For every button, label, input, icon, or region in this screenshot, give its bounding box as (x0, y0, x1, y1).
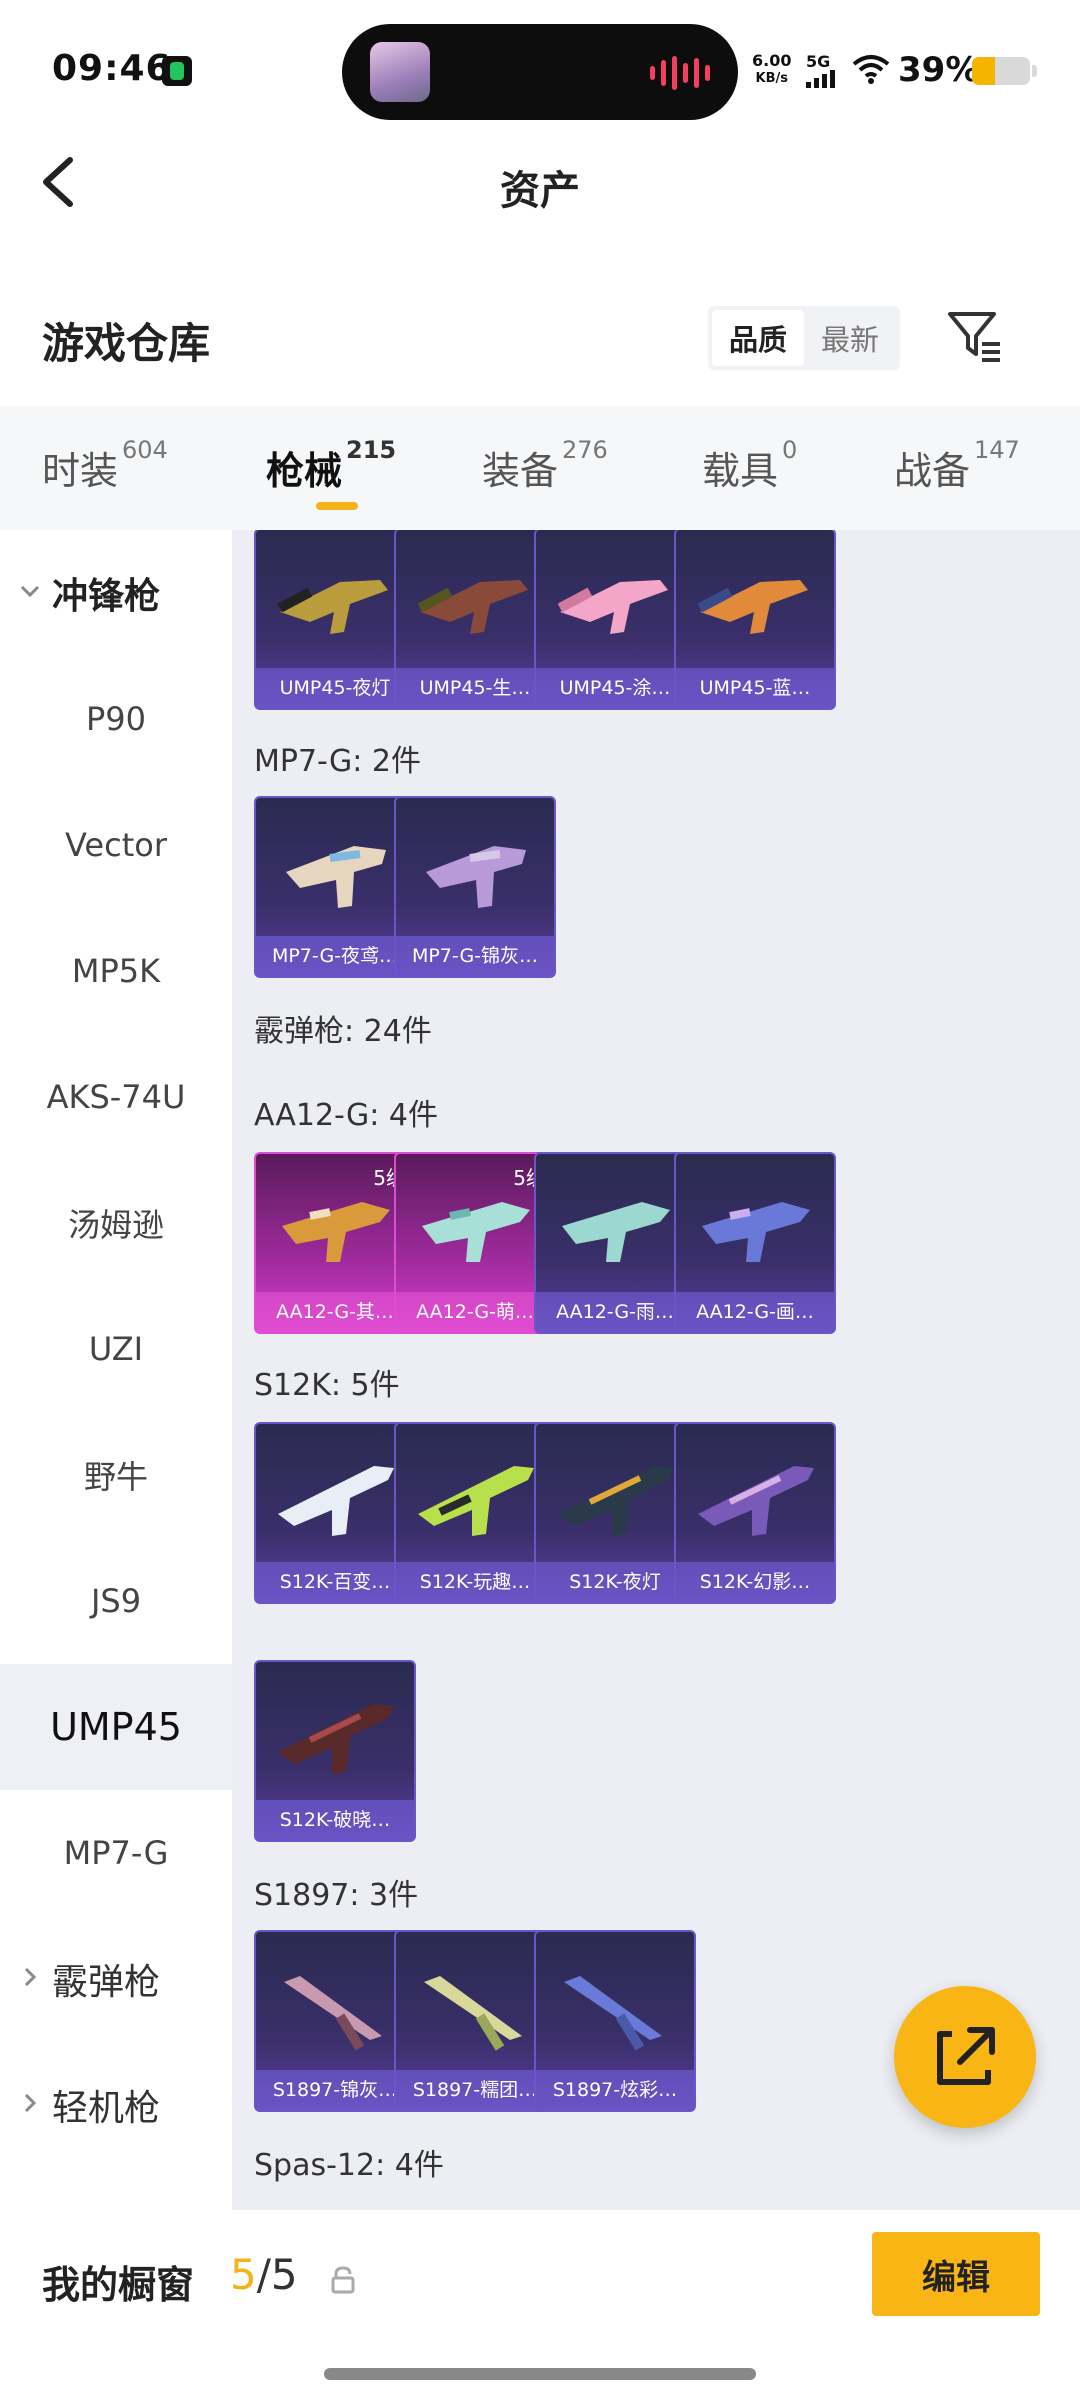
signal-icon (806, 70, 835, 88)
rifle-icon (278, 1466, 394, 1536)
weapon-card[interactable]: UMP45-夜灯 (254, 530, 416, 710)
battery-icon (972, 57, 1030, 85)
sort-toggle[interactable]: 品质 最新 (708, 306, 900, 370)
battery-percent: 39% (898, 50, 980, 90)
smg-icon (557, 580, 668, 634)
weapon-card[interactable]: S1897-炫彩… (534, 1930, 696, 2112)
weapon-card[interactable]: S12K-破晓… (254, 1660, 416, 1842)
weapon-card[interactable]: S12K-玩趣… (394, 1422, 556, 1604)
sidebar-item-aks74u[interactable]: AKS-74U (0, 1034, 232, 1160)
wifi-icon (852, 55, 890, 84)
group-label-s12k: S12K: 5件 (254, 1368, 400, 1403)
smg-icon (417, 580, 528, 634)
edit-button[interactable]: 编辑 (872, 2232, 1040, 2316)
weapon-card[interactable]: S12K-百变… (254, 1422, 416, 1604)
network-type: 5G (806, 52, 831, 71)
sidebar-item-uzi[interactable]: UZI (0, 1286, 232, 1412)
category-tabs: 时装 604 枪械 215 装备 276 载具 0 战备 147 (0, 406, 1080, 530)
sort-quality-button[interactable]: 品质 (712, 310, 804, 366)
share-button[interactable] (894, 1986, 1036, 2128)
sidebar-item-js9[interactable]: JS9 (0, 1538, 232, 1664)
tab-gear[interactable]: 战备 147 (894, 436, 1020, 495)
showcase-bar: 我的橱窗 5/5 编辑 (0, 2210, 1080, 2400)
audio-wave-icon (650, 56, 710, 90)
weapon-category-sidebar: 冲锋枪 P90 Vector MP5K AKS-74U 汤姆逊 UZI 野牛 J… (0, 530, 232, 2210)
filter-icon[interactable] (944, 306, 1006, 368)
group-label-shotgun: 霰弹枪: 24件 (254, 1014, 432, 1049)
weapon-card[interactable]: UMP45-蓝… (674, 530, 836, 710)
rifle-icon (698, 1466, 814, 1536)
shotgun-icon (564, 1976, 662, 2051)
app-notification-icon (162, 56, 192, 86)
shotgun-icon (702, 1202, 810, 1262)
sidebar-group-lmg[interactable]: 轻机枪 (0, 2042, 232, 2168)
smg-icon (697, 580, 808, 634)
weapon-card[interactable]: 5级 AA12-G-其… (254, 1152, 416, 1334)
weapon-card[interactable]: AA12-G-画… (674, 1152, 836, 1334)
smg-icon (277, 580, 388, 634)
weapon-card[interactable]: S1897-糯团… (394, 1930, 556, 2112)
page-title: 资产 (500, 168, 580, 214)
chevron-right-icon (24, 2093, 37, 2113)
chevron-down-icon (20, 585, 40, 598)
weapon-card[interactable]: MP7-G-锦灰… (394, 796, 556, 978)
tab-weapons[interactable]: 枪械 215 (266, 436, 396, 495)
lock-icon (331, 2266, 355, 2294)
weapon-grid: UMP45-夜灯 UMP45-生… UMP45-涂… UMP45-蓝… MP7-… (232, 530, 1080, 2210)
tab-outfits[interactable]: 时装 604 (42, 436, 168, 495)
group-label-s1897: S1897: 3件 (254, 1878, 419, 1913)
home-indicator[interactable] (324, 2368, 756, 2380)
section-title: 游戏仓库 (42, 319, 211, 368)
dynamic-island[interactable] (342, 24, 738, 120)
sidebar-item-thompson[interactable]: 汤姆逊 (0, 1160, 232, 1286)
showcase-count: 5/5 (230, 2250, 298, 2299)
weapon-card[interactable]: AA12-G-雨… (534, 1152, 696, 1334)
weapon-card[interactable]: S1897-锦灰… (254, 1930, 416, 2112)
battery-tip (1032, 65, 1037, 77)
smg-icon (286, 846, 386, 908)
sidebar-group-shotgun[interactable]: 霰弹枪 (0, 1916, 232, 2042)
group-label-mp7: MP7-G: 2件 (254, 744, 421, 779)
rifle-icon (558, 1466, 674, 1536)
shotgun-icon (284, 1976, 382, 2051)
weapon-card[interactable]: UMP45-涂… (534, 530, 696, 710)
chevron-right-icon (24, 1967, 37, 1987)
media-thumbnail (370, 42, 430, 102)
sort-newest-button[interactable]: 最新 (804, 310, 896, 366)
sidebar-item-mp5k[interactable]: MP5K (0, 908, 232, 1034)
sidebar-item-p90[interactable]: P90 (0, 656, 232, 782)
weapon-card[interactable]: UMP45-生… (394, 530, 556, 710)
status-bar: 09:46 6.00 KB/s 5G 39% (0, 0, 1080, 120)
sidebar-item-bizon[interactable]: 野牛 (0, 1412, 232, 1538)
sidebar-item-vector[interactable]: Vector (0, 782, 232, 908)
sidebar-item-mp7g[interactable]: MP7-G (0, 1790, 232, 1916)
share-external-icon (937, 2027, 995, 2085)
tab-equipment[interactable]: 装备 276 (482, 436, 608, 495)
group-label-aa12: AA12-G: 4件 (254, 1098, 438, 1133)
group-label-spas12: Spas-12: 4件 (254, 2148, 444, 2183)
sidebar-group-smg[interactable]: 冲锋枪 (0, 530, 232, 656)
weapon-card[interactable]: 5级 AA12-G-萌… (394, 1152, 556, 1334)
weapon-card[interactable]: S12K-夜灯 (534, 1422, 696, 1604)
weapon-card[interactable]: MP7-G-夜鸢… (254, 796, 416, 978)
rifle-icon (418, 1466, 534, 1536)
showcase-label: 我的橱窗 (42, 2263, 195, 2307)
weapon-card[interactable]: S12K-幻影… (674, 1422, 836, 1604)
tab-vehicles[interactable]: 载具 0 (702, 436, 797, 495)
sidebar-item-ump45[interactable]: UMP45 (0, 1664, 232, 1790)
active-tab-indicator (316, 502, 358, 510)
smg-icon (426, 846, 526, 908)
shotgun-icon (562, 1202, 670, 1262)
shotgun-icon (424, 1976, 522, 2051)
status-time: 09:46 (52, 48, 172, 89)
rifle-icon (278, 1704, 394, 1774)
network-speed: 6.00 KB/s (752, 51, 792, 87)
